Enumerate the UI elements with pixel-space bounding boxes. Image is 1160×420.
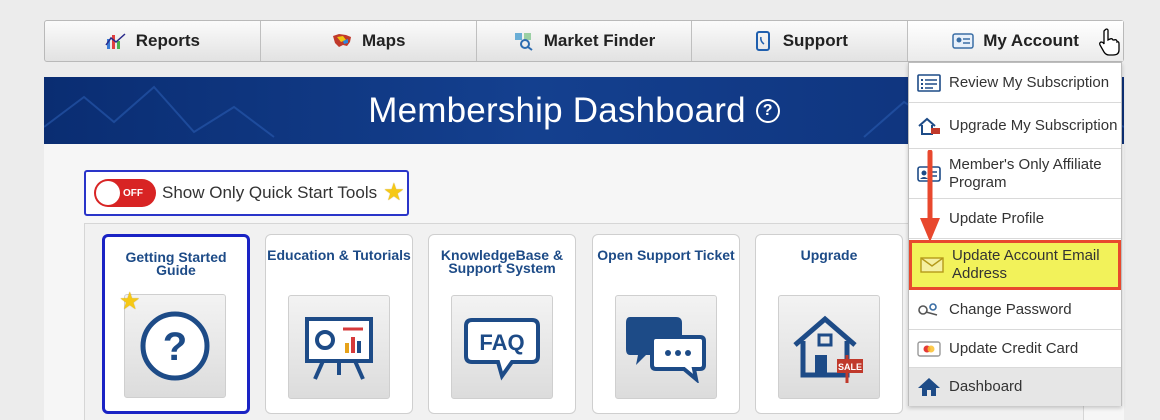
nav-support[interactable]: Support <box>692 21 909 61</box>
menu-update-email[interactable]: Update Account Email Address <box>909 240 1121 290</box>
menu-item-label: Dashboard <box>949 378 1023 395</box>
phone-icon <box>755 31 770 51</box>
toggle-knob <box>96 181 120 205</box>
sale-badge-text: SALE <box>838 362 862 372</box>
help-icon[interactable]: ? <box>755 98 780 123</box>
tool-card-title: Upgrade <box>800 247 858 263</box>
tool-card-getting-started[interactable]: Getting Started Guide ? ★ <box>102 234 250 414</box>
account-card-icon <box>952 33 974 49</box>
star-icon: ★ <box>383 179 405 206</box>
credit-card-icon <box>917 339 941 359</box>
subscription-list-icon <box>917 73 941 93</box>
nav-my-account-label: My Account <box>983 31 1079 50</box>
presentation-board-icon <box>305 317 373 380</box>
menu-upgrade-subscription[interactable]: Upgrade My Subscription <box>909 103 1121 149</box>
tool-card-education[interactable]: Education & Tutorials <box>265 234 413 414</box>
quick-start-toggle[interactable]: OFF <box>94 179 156 207</box>
tool-card-image: SALE <box>778 295 880 399</box>
main-nav-bar: Reports Maps Market Finder Support My Ac… <box>44 20 1124 62</box>
house-upgrade-icon <box>917 116 941 136</box>
usa-map-icon <box>332 34 351 47</box>
quick-start-toggle-box: OFF Show Only Quick Start Tools ★ <box>84 170 409 216</box>
question-mark-icon: ? <box>140 311 210 381</box>
chat-bubbles-icon <box>626 317 706 383</box>
tool-card-knowledgebase[interactable]: KnowledgeBase & Support System FAQ <box>428 234 576 414</box>
menu-item-label: Update Account Email Address <box>952 247 1100 282</box>
nav-reports[interactable]: Reports <box>45 21 261 61</box>
menu-change-password[interactable]: Change Password <box>909 290 1121 330</box>
house-sale-icon: SALE <box>793 315 863 383</box>
market-finder-icon <box>514 33 533 51</box>
tool-card-upgrade[interactable]: Upgrade SALE <box>755 234 903 414</box>
tool-card-image <box>615 295 717 399</box>
nav-my-account[interactable]: My Account <box>908 21 1123 61</box>
nav-reports-label: Reports <box>135 31 201 50</box>
arrow-down-icon <box>920 150 940 242</box>
tool-card-support-ticket[interactable]: Open Support Ticket <box>592 234 740 414</box>
faq-bubble-icon: FAQ <box>464 318 540 381</box>
page-title: Membership Dashboard <box>368 90 746 130</box>
menu-update-credit-card[interactable]: Update Credit Card <box>909 330 1121 368</box>
toggle-state: OFF <box>123 187 143 199</box>
nav-maps-label: Maps <box>361 31 406 50</box>
menu-item-label: Member's Only Affiliate Program <box>949 155 1102 191</box>
envelope-icon <box>920 255 944 275</box>
faq-text: FAQ <box>479 330 524 355</box>
menu-dashboard[interactable]: Dashboard <box>909 368 1121 406</box>
tool-card-title: Education & Tutorials <box>267 247 411 263</box>
svg-text:?: ? <box>163 325 187 369</box>
quick-start-toggle-label: Show Only Quick Start Tools <box>162 183 378 202</box>
password-keys-icon <box>917 300 941 320</box>
menu-item-label: Upgrade My Subscription <box>949 116 1118 134</box>
nav-market-finder-label: Market Finder <box>543 31 656 50</box>
menu-item-label: Update Profile <box>949 209 1045 227</box>
nav-maps[interactable]: Maps <box>261 21 477 61</box>
reports-chart-icon <box>105 33 126 49</box>
tool-card-image: FAQ <box>451 295 553 399</box>
hand-cursor-icon <box>1099 28 1120 56</box>
tool-card-title: Getting Started Guide <box>125 249 227 278</box>
tool-card-title: Open Support Ticket <box>597 247 735 263</box>
menu-item-label: Change Password <box>949 300 1072 318</box>
star-icon: ★ <box>119 288 141 315</box>
nav-support-label: Support <box>782 31 848 50</box>
tool-card-image <box>288 295 390 399</box>
nav-market-finder[interactable]: Market Finder <box>477 21 693 61</box>
tool-card-title: KnowledgeBase & Support System <box>440 247 564 276</box>
menu-review-subscription[interactable]: Review My Subscription <box>909 63 1121 103</box>
home-icon <box>917 377 941 397</box>
menu-item-label: Update Credit Card <box>949 339 1079 357</box>
menu-item-label: Review My Subscription <box>949 73 1110 91</box>
